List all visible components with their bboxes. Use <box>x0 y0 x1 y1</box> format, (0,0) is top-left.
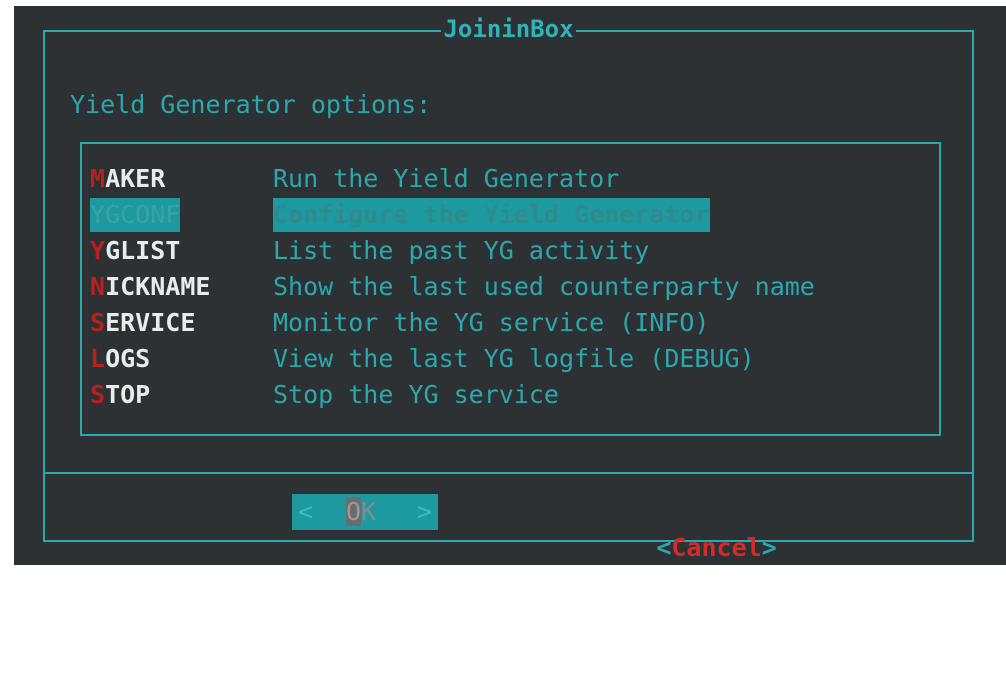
button-divider <box>43 472 974 474</box>
menu-item-maker[interactable]: MAKER Run the Yield Generator <box>90 162 935 196</box>
cancel-bracket-left: < <box>656 533 672 562</box>
menu-item-stop[interactable]: STOP Stop the YG service <box>90 378 935 412</box>
cancel-button[interactable]: <Cancel> <box>566 494 776 562</box>
menu-item-tag: NICKNAME <box>90 272 211 301</box>
menu-item-hotkey: S <box>90 380 106 409</box>
dialog-title: JoininBox <box>441 15 576 43</box>
cancel-label: Cancel <box>671 533 762 562</box>
menu-item-description: Show the last used counterparty name <box>273 272 815 301</box>
menu-item-description: View the last YG logfile (DEBUG) <box>273 344 755 373</box>
menu-item-hotkey: L <box>90 344 106 373</box>
menu-item-tag: STOP <box>90 380 151 409</box>
menu-item-yglist[interactable]: YGLIST List the past YG activity <box>90 234 935 268</box>
menu-item-description: List the past YG activity <box>273 236 650 265</box>
menu-item-hotkey: M <box>90 164 106 193</box>
menu-item-description: Run the Yield Generator <box>273 164 620 193</box>
cancel-bracket-right: > <box>761 533 777 562</box>
ok-button[interactable]: < OK > <box>292 494 438 530</box>
terminal-screen: JoininBox Yield Generator options: MAKER… <box>14 6 1006 565</box>
menu-item-tag: YGCONF <box>90 198 181 232</box>
menu-item-tag: SERVICE <box>90 308 196 337</box>
ok-cursor: O <box>346 497 362 526</box>
menu-item-tag: MAKER <box>90 164 166 193</box>
ok-bracket-right: > <box>416 497 432 526</box>
menu-list: MAKER Run the Yield Generator YGCONF Con… <box>80 142 941 436</box>
ok-bracket-left: < <box>298 497 314 526</box>
ok-label: OK <box>346 497 377 526</box>
menu-item-tag: LOGS <box>90 344 151 373</box>
menu-item-service[interactable]: SERVICE Monitor the YG service (INFO) <box>90 306 935 340</box>
menu-item-description: Configure the Yield Generator <box>273 198 710 232</box>
menu-item-description: Monitor the YG service (INFO) <box>273 308 710 337</box>
menu-item-tag: YGLIST <box>90 236 181 265</box>
dialog-box: JoininBox Yield Generator options: MAKER… <box>43 15 974 562</box>
menu-item-nickname[interactable]: NICKNAME Show the last used counterparty… <box>90 270 935 304</box>
menu-item-hotkey: N <box>90 272 106 301</box>
menu-item-logs[interactable]: LOGS View the last YG logfile (DEBUG) <box>90 342 935 376</box>
menu-prompt: Yield Generator options: <box>70 90 432 119</box>
menu-item-description: Stop the YG service <box>273 380 559 409</box>
menu-item-hotkey: S <box>90 308 106 337</box>
menu-item-hotkey: Y <box>90 200 106 229</box>
menu-item-ygconf[interactable]: YGCONF Configure the Yield Generator <box>90 198 935 232</box>
menu-item-hotkey: Y <box>90 236 106 265</box>
